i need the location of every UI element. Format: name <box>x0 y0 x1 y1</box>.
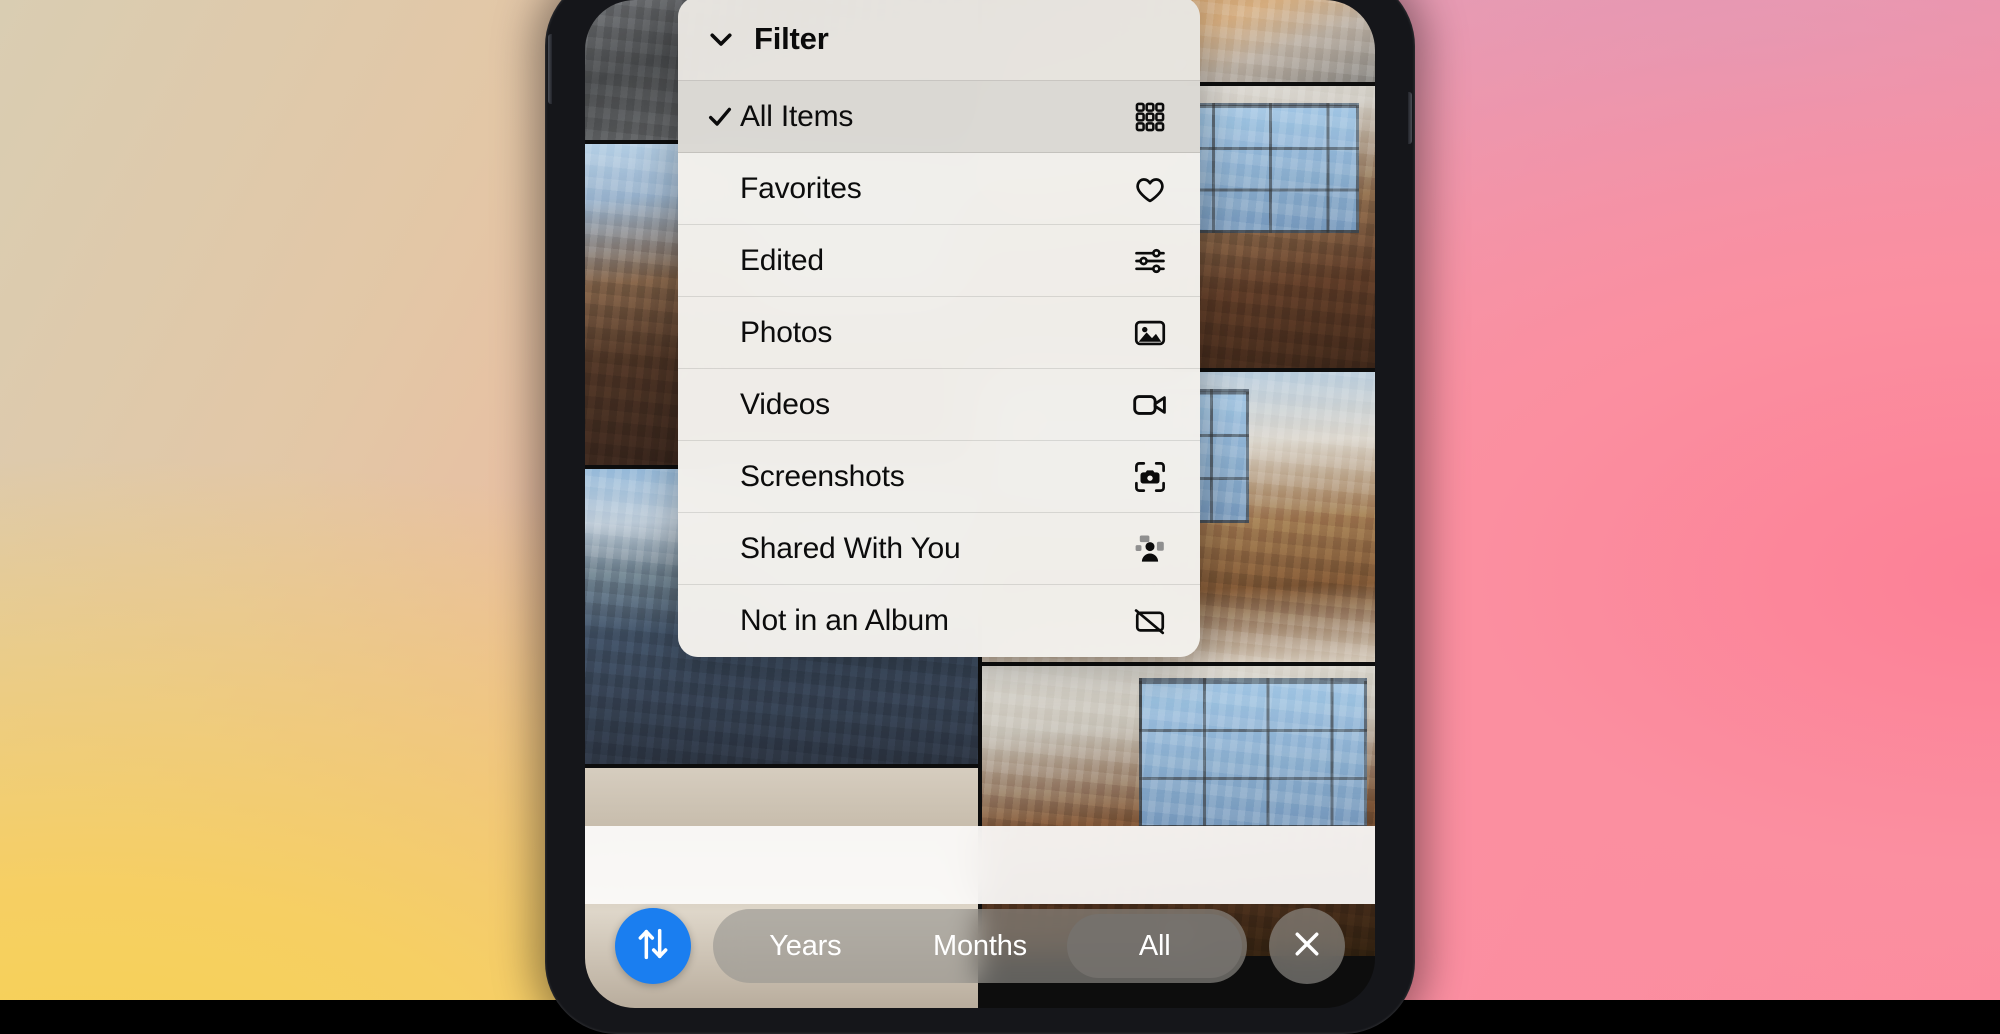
phone-device-frame: Filter All Items <box>545 0 1415 1034</box>
video-camera-icon <box>1128 387 1172 423</box>
filter-item-label: Photos <box>740 316 1128 350</box>
filter-item-label: All Items <box>740 100 1128 134</box>
bottom-toolbar: Years Months All <box>585 898 1375 994</box>
window-detail <box>1139 678 1367 829</box>
sliders-icon <box>1128 244 1172 278</box>
segment-months[interactable]: Months <box>893 914 1068 978</box>
grid-3x3-icon <box>1128 101 1172 133</box>
shared-people-icon <box>1128 531 1172 567</box>
segment-all[interactable]: All <box>1067 914 1242 978</box>
filter-item-label: Shared With You <box>740 532 1128 566</box>
filter-item-all-items[interactable]: All Items <box>678 81 1200 153</box>
filter-item-edited[interactable]: Edited <box>678 225 1200 297</box>
checkmark-icon <box>706 103 740 131</box>
filter-item-videos[interactable]: Videos <box>678 369 1200 441</box>
filter-item-label: Edited <box>740 244 1128 278</box>
filter-item-label: Videos <box>740 388 1128 422</box>
close-button[interactable] <box>1269 908 1345 984</box>
filter-item-not-in-an-album[interactable]: Not in an Album <box>678 585 1200 657</box>
no-album-icon <box>1128 604 1172 638</box>
screenshot-icon <box>1128 460 1172 494</box>
filter-item-shared-with-you[interactable]: Shared With You <box>678 513 1200 585</box>
timeline-segmented-control[interactable]: Years Months All <box>713 909 1247 983</box>
filter-context-menu[interactable]: Filter All Items <box>678 0 1200 657</box>
filter-menu-header[interactable]: Filter <box>678 0 1200 81</box>
sheet-strip <box>585 826 1375 904</box>
filter-item-label: Not in an Album <box>740 604 1128 638</box>
photo-icon <box>1128 316 1172 350</box>
filter-item-label: Favorites <box>740 172 1128 206</box>
filter-menu-title: Filter <box>754 21 829 57</box>
filter-item-label: Screenshots <box>740 460 1128 494</box>
close-x-icon <box>1289 926 1325 967</box>
phone-screen: Filter All Items <box>585 0 1375 1008</box>
sort-arrows-icon <box>633 924 673 969</box>
filter-item-favorites[interactable]: Favorites <box>678 153 1200 225</box>
chevron-down-icon <box>706 24 736 54</box>
filter-item-photos[interactable]: Photos <box>678 297 1200 369</box>
segment-years[interactable]: Years <box>718 914 893 978</box>
heart-outline-icon <box>1128 172 1172 206</box>
filter-item-screenshots[interactable]: Screenshots <box>678 441 1200 513</box>
sort-button[interactable] <box>615 908 691 984</box>
